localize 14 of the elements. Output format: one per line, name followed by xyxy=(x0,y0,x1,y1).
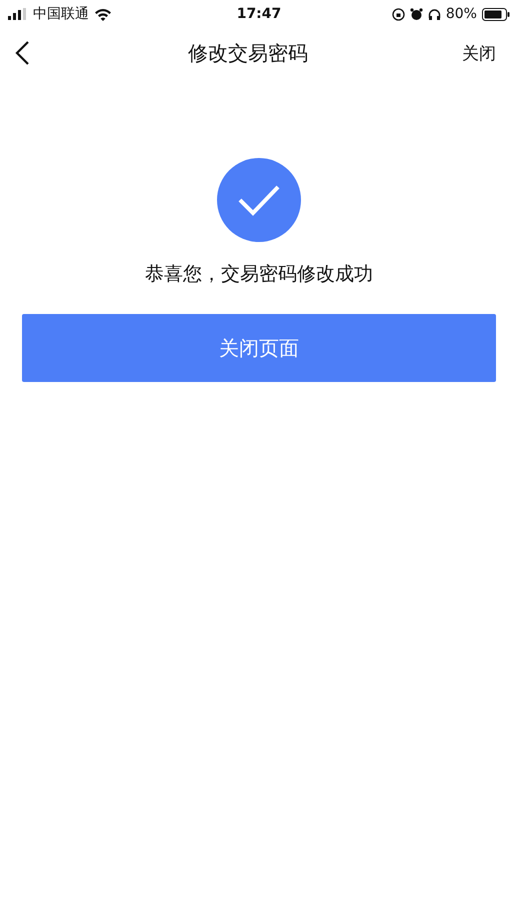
lock-rotation-icon xyxy=(392,8,405,20)
carrier-name: 中国联通 xyxy=(33,5,89,23)
close-page-button[interactable]: 关闭页面 xyxy=(22,314,496,382)
close-link[interactable]: 关闭 xyxy=(462,42,496,64)
wifi-icon xyxy=(94,8,112,20)
battery-percent: 80% xyxy=(446,6,477,22)
success-message: 恭喜您，交易密码修改成功 xyxy=(145,262,373,287)
alarm-icon xyxy=(410,8,423,20)
battery-icon xyxy=(482,8,510,20)
signal-icon xyxy=(8,8,28,20)
status-time: 17:47 xyxy=(236,6,282,22)
success-check-icon xyxy=(216,157,302,243)
headphones-icon xyxy=(428,8,441,20)
page-title: 修改交易密码 xyxy=(188,40,308,66)
